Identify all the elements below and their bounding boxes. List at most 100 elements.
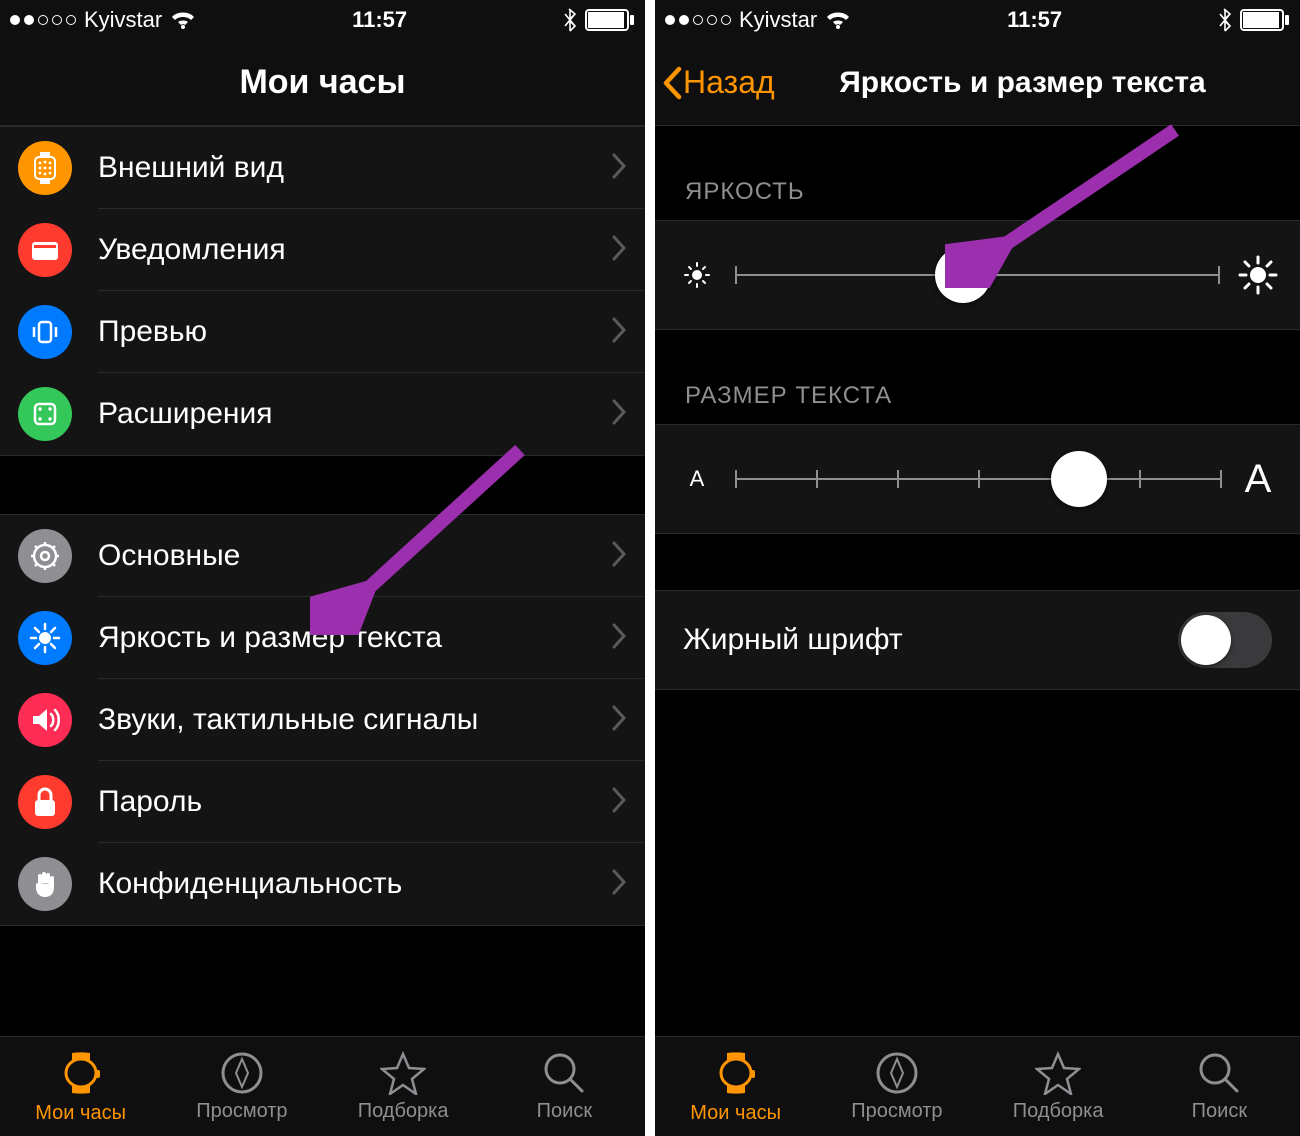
tab-featured[interactable]: Подборка xyxy=(323,1037,484,1136)
page-title: Мои часы xyxy=(239,63,405,102)
battery-icon xyxy=(1240,9,1290,31)
phone-right: Kyivstar 11:57 Назад Яркость и размер те… xyxy=(655,0,1300,1136)
chevron-right-icon xyxy=(611,787,627,818)
settings-group-2: Основные Яркость и размер текста Звуки, … xyxy=(0,514,645,926)
row-label: Расширения xyxy=(98,397,611,431)
brightness-icon xyxy=(18,611,72,665)
watch-tab-icon xyxy=(60,1049,102,1097)
signal-dots-icon xyxy=(665,15,731,25)
battery-icon xyxy=(585,9,635,31)
tab-search[interactable]: Поиск xyxy=(484,1037,645,1136)
row-privacy[interactable]: Конфиденциальность xyxy=(0,843,645,925)
bluetooth-icon xyxy=(1218,8,1232,32)
tab-my-watch[interactable]: Мои часы xyxy=(0,1037,161,1136)
sound-icon xyxy=(18,693,72,747)
compass-icon xyxy=(875,1051,919,1095)
textsize-slider[interactable] xyxy=(735,478,1220,480)
tab-label: Мои часы xyxy=(690,1102,781,1125)
tab-browse[interactable]: Просмотр xyxy=(161,1037,322,1136)
signal-dots-icon xyxy=(10,15,76,25)
settings-group-1: Внешний вид Уведомления Превью xyxy=(0,126,645,456)
tab-label: Подборка xyxy=(358,1100,449,1123)
bold-switch[interactable] xyxy=(1178,612,1272,668)
back-button[interactable]: Назад xyxy=(661,64,775,101)
wifi-icon xyxy=(170,10,196,30)
tab-my-watch[interactable]: Мои часы xyxy=(655,1037,816,1136)
detail-content[interactable]: ЯРКОСТЬ РАЗМЕР ТЕКСТА A A Жирный xyxy=(655,126,1300,1036)
bold-text-row: Жирный шрифт xyxy=(655,590,1300,690)
status-bar: Kyivstar 11:57 xyxy=(655,0,1300,40)
row-complications[interactable]: Расширения xyxy=(0,373,645,455)
chevron-right-icon xyxy=(611,399,627,430)
watch-face-icon xyxy=(18,141,72,195)
tab-label: Поиск xyxy=(1192,1100,1247,1123)
textsize-large-icon: A xyxy=(1238,457,1278,502)
back-label: Назад xyxy=(683,64,775,101)
wifi-icon xyxy=(825,10,851,30)
row-brightness-text[interactable]: Яркость и размер текста xyxy=(0,597,645,679)
tab-label: Мои часы xyxy=(35,1102,126,1125)
search-icon xyxy=(542,1051,586,1095)
hand-icon xyxy=(18,857,72,911)
status-time: 11:57 xyxy=(352,7,407,33)
row-label: Звуки, тактильные сигналы xyxy=(98,703,611,737)
bold-label: Жирный шрифт xyxy=(683,623,1178,657)
row-label: Уведомления xyxy=(98,233,611,267)
chevron-right-icon xyxy=(611,317,627,348)
status-time: 11:57 xyxy=(1007,7,1062,33)
chevron-left-icon xyxy=(661,65,683,101)
chevron-right-icon xyxy=(611,541,627,572)
row-label: Превью xyxy=(98,315,611,349)
tab-browse[interactable]: Просмотр xyxy=(816,1037,977,1136)
compass-icon xyxy=(220,1051,264,1095)
watch-tab-icon xyxy=(715,1049,757,1097)
nav-bar: Мои часы xyxy=(0,40,645,126)
row-preview[interactable]: Превью xyxy=(0,291,645,373)
slider-thumb[interactable] xyxy=(1051,451,1107,507)
switch-knob xyxy=(1181,615,1231,665)
tab-bar: Мои часы Просмотр Подборка Поиск xyxy=(0,1036,645,1136)
brightness-slider[interactable] xyxy=(735,274,1220,276)
chevron-right-icon xyxy=(611,235,627,266)
page-title: Яркость и размер текста xyxy=(839,66,1206,100)
chevron-right-icon xyxy=(611,705,627,736)
tab-label: Поиск xyxy=(537,1100,592,1123)
chevron-right-icon xyxy=(611,153,627,184)
notifications-icon xyxy=(18,223,72,277)
row-label: Внешний вид xyxy=(98,151,611,185)
tab-label: Просмотр xyxy=(196,1100,287,1123)
star-icon xyxy=(1035,1051,1081,1095)
nav-bar: Назад Яркость и размер текста xyxy=(655,40,1300,126)
chevron-right-icon xyxy=(611,623,627,654)
tab-featured[interactable]: Подборка xyxy=(978,1037,1139,1136)
brightness-low-icon xyxy=(677,260,717,290)
search-icon xyxy=(1197,1051,1241,1095)
complications-icon xyxy=(18,387,72,441)
slider-thumb[interactable] xyxy=(935,247,991,303)
chevron-right-icon xyxy=(611,869,627,900)
section-label-brightness: ЯРКОСТЬ xyxy=(655,126,1300,220)
row-passcode[interactable]: Пароль xyxy=(0,761,645,843)
row-sounds[interactable]: Звуки, тактильные сигналы xyxy=(0,679,645,761)
tab-search[interactable]: Поиск xyxy=(1139,1037,1300,1136)
star-icon xyxy=(380,1051,426,1095)
textsize-slider-row: A A xyxy=(655,424,1300,534)
section-label-textsize: РАЗМЕР ТЕКСТА xyxy=(655,330,1300,424)
row-label: Яркость и размер текста xyxy=(98,621,611,655)
settings-list[interactable]: Внешний вид Уведомления Превью xyxy=(0,126,645,1036)
row-notifications[interactable]: Уведомления xyxy=(0,209,645,291)
row-appearance[interactable]: Внешний вид xyxy=(0,127,645,209)
phone-left: Kyivstar 11:57 Мои часы Внешний вид xyxy=(0,0,645,1136)
row-label: Конфиденциальность xyxy=(98,867,611,901)
carrier-label: Kyivstar xyxy=(739,7,817,33)
preview-icon xyxy=(18,305,72,359)
lock-icon xyxy=(18,775,72,829)
status-bar: Kyivstar 11:57 xyxy=(0,0,645,40)
carrier-label: Kyivstar xyxy=(84,7,162,33)
bluetooth-icon xyxy=(563,8,577,32)
textsize-small-icon: A xyxy=(677,466,717,492)
brightness-slider-row xyxy=(655,220,1300,330)
tab-label: Просмотр xyxy=(851,1100,942,1123)
row-general[interactable]: Основные xyxy=(0,515,645,597)
tab-label: Подборка xyxy=(1013,1100,1104,1123)
